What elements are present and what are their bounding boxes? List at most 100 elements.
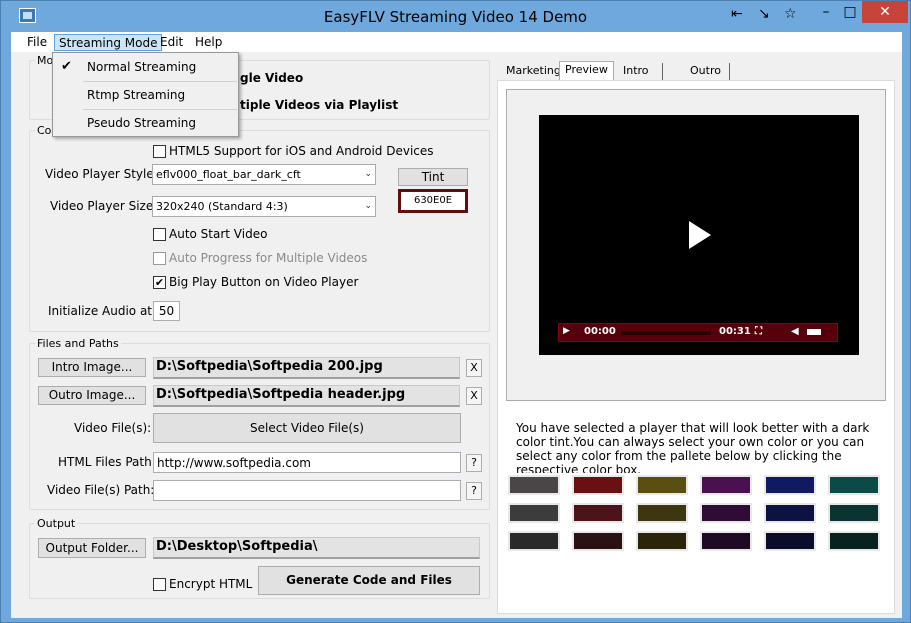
player-size-label: Video Player Size: [50,199,158,213]
fullscreen-icon[interactable]: ⛶ [755,326,762,337]
tint-value-box[interactable]: 630E0E [398,189,468,213]
files-group: Files and Paths Intro Image... D:\Softpe… [29,337,490,510]
menu-pseudo-streaming[interactable]: Pseudo Streaming [53,109,238,137]
total-time: 00:31 [719,326,751,337]
menu-streaming-mode[interactable]: Streaming Mode [54,34,163,51]
tab-preview[interactable]: Preview [559,61,614,81]
color-swatch[interactable] [764,531,816,551]
output-folder-path: D:\Desktop\Softpedia\ [153,537,480,559]
files-group-legend: Files and Paths [35,337,121,350]
html-path-help-button[interactable]: ? [466,454,482,472]
html5-checkbox[interactable] [153,145,166,158]
clear-outro-button[interactable]: X [466,387,482,405]
color-swatch[interactable] [636,531,688,551]
chevron-down-icon: ⌄ [364,169,372,179]
video-path-label: Video File(s) Path: [47,483,155,497]
generate-button[interactable]: Generate Code and Files [258,566,480,595]
auto-start-checkbox[interactable] [153,228,166,241]
menu-pseudo-streaming-label: Pseudo Streaming [87,116,197,130]
config-group: Con HTML5 Support for iOS and Android De… [29,124,490,332]
video-player[interactable]: ▶ 00:00 00:31 ⛶ ◀ [539,115,859,355]
client-area: File Streaming Mode Edit Help ✔ Normal S… [11,32,902,618]
menu-rtmp-streaming-label: Rtmp Streaming [87,88,186,102]
video-path-help-button[interactable]: ? [466,482,482,500]
minimize-to-tray-icon[interactable]: ↘ [758,6,770,22]
color-swatch[interactable] [508,503,560,523]
intro-image-button[interactable]: Intro Image... [38,358,146,377]
menu-help[interactable]: Help [191,34,226,51]
menu-edit[interactable]: Edit [156,34,187,51]
color-swatch[interactable] [636,503,688,523]
player-size-select[interactable]: 320x240 (Standard 4:3) ⌄ [152,196,376,217]
pin-icon[interactable]: ⇤ [731,6,743,22]
color-swatch[interactable] [700,503,752,523]
big-play-checkbox[interactable]: ✔ [153,276,166,289]
preview-panel: ▶ 00:00 00:31 ⛶ ◀ You have selected a pl… [497,80,895,614]
video-path-input[interactable] [153,480,461,501]
color-swatch[interactable] [828,503,880,523]
html-path-input[interactable]: http://www.softpedia.com [153,452,461,473]
menu-bar: File Streaming Mode Edit Help [11,32,902,52]
star-icon[interactable]: ☆ [784,6,797,22]
color-swatch[interactable] [572,531,624,551]
tab-intro-image[interactable]: Intro Image [618,63,664,93]
color-swatch[interactable] [828,475,880,495]
color-swatch[interactable] [828,531,880,551]
audio-input[interactable]: 50 [153,301,180,321]
current-time: 00:00 [584,326,616,337]
color-swatch[interactable] [572,503,624,523]
html-path-label: HTML Files Path: [58,455,156,469]
player-style-label: Video Player Style: [45,167,158,181]
preview-frame: ▶ 00:00 00:31 ⛶ ◀ [506,89,886,401]
check-icon: ✔ [61,59,72,74]
color-palette [506,473,886,573]
outro-image-button[interactable]: Outro Image... [38,386,146,405]
playlist-option[interactable]: tiple Videos via Playlist [240,98,398,112]
video-files-label: Video File(s): [74,421,152,435]
menu-rtmp-streaming[interactable]: Rtmp Streaming [53,81,238,109]
player-style-select[interactable]: eflv000_float_bar_dark_cft ⌄ [152,164,376,185]
menu-file[interactable]: File [23,34,51,51]
close-button[interactable]: ✕ [862,1,908,23]
auto-progress-checkbox[interactable] [153,252,166,265]
menu-normal-streaming[interactable]: ✔ Normal Streaming [53,53,238,81]
tab-marketing[interactable]: Marketing [501,63,567,81]
color-swatch[interactable] [508,475,560,495]
player-style-value: eflv000_float_bar_dark_cft [156,168,301,181]
play-small-icon[interactable]: ▶ [563,326,570,336]
color-swatch[interactable] [700,531,752,551]
single-video-option[interactable]: gle Video [240,71,303,85]
window-title: EasyFLV Streaming Video 14 Demo [323,8,588,26]
clear-intro-button[interactable]: X [466,359,482,377]
select-video-files-button[interactable]: Select Video File(s) [153,413,461,443]
audio-label: Initialize Audio at: [48,304,157,318]
color-swatch[interactable] [764,475,816,495]
title-bar[interactable]: EasyFLV Streaming Video 14 Demo ⇤ ↘ ☆ – … [1,1,910,32]
play-icon[interactable] [689,221,711,249]
player-size-value: 320x240 (Standard 4:3) [156,200,288,213]
color-swatch[interactable] [572,475,624,495]
info-text: You have selected a player that will loo… [516,421,870,477]
color-swatch[interactable] [636,475,688,495]
color-swatch[interactable] [508,531,560,551]
color-swatch[interactable] [700,475,752,495]
outro-image-path: D:\Softpedia\Softpedia header.jpg [153,385,460,407]
tab-outro-image[interactable]: Outro Image [685,63,731,93]
volume-icon[interactable]: ◀ [791,326,799,337]
auto-progress-label: Auto Progress for Multiple Videos [169,251,368,265]
app-window: EasyFLV Streaming Video 14 Demo ⇤ ↘ ☆ – … [0,0,911,623]
chevron-down-icon: ⌄ [364,201,372,211]
big-play-label: Big Play Button on Video Player [169,275,359,289]
color-swatch[interactable] [764,503,816,523]
encrypt-label: Encrypt HTML [169,577,253,591]
menu-normal-streaming-label: Normal Streaming [87,60,197,74]
seek-bar[interactable] [621,331,711,335]
output-folder-button[interactable]: Output Folder... [38,538,146,558]
intro-image-path: D:\Softpedia\Softpedia 200.jpg [153,357,460,379]
html5-label: HTML5 Support for iOS and Android Device… [169,144,434,158]
maximize-button[interactable]: □ [835,1,865,23]
tint-button[interactable]: Tint [398,168,468,186]
volume-bar[interactable] [807,329,821,335]
encrypt-checkbox[interactable] [153,578,166,591]
player-control-bar: ▶ 00:00 00:31 ⛶ ◀ [558,323,838,342]
